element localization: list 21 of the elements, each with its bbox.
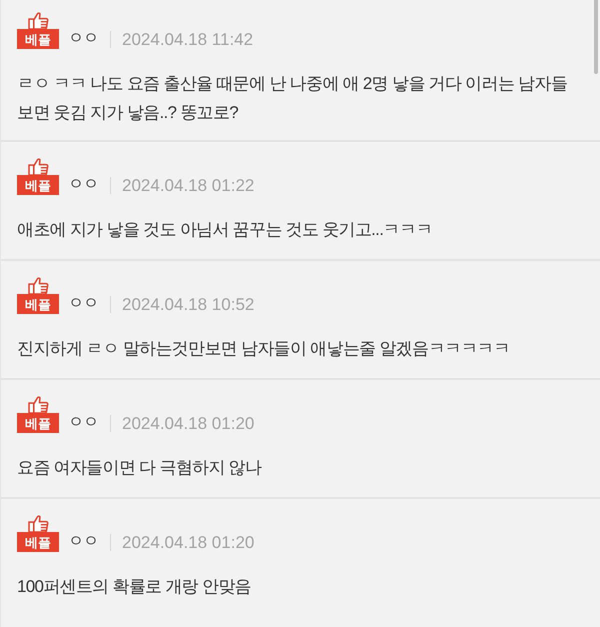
author-name: ㅇㅇ: [68, 177, 98, 193]
author-name: ㅇㅇ: [68, 296, 98, 312]
comment-text: ㄹㅇ ㅋㅋ 나도 요즘 출산율 때문에 난 나중에 애 2명 낳을 거다 이러는 남자들 보면 웃김 지가 낳음..? 똥꼬로?: [17, 73, 568, 124]
comment-date: 2024.04.18 01:20: [122, 414, 254, 432]
comment-date: 2024.04.18 01:20: [122, 534, 254, 550]
comment-text: 진지하게 ㄹㅇ 말하는것만보면 남자들이 애낳는줄 알겠음ㅋㅋㅋㅋㅋ: [17, 338, 511, 360]
comment-text: 100퍼센트의 확률로 개랑 안맞음: [17, 576, 252, 598]
best-comment-badge: 베플: [17, 175, 59, 195]
best-comment-badge: 베플: [17, 294, 59, 314]
comment-date: 2024.04.18 01:22: [122, 176, 254, 194]
best-comment-badge: 베플: [17, 532, 59, 552]
comment-date: 2024.04.18 10:52: [122, 296, 254, 312]
comment-date: 2024.04.18 11:42: [122, 30, 254, 48]
author-name: ㅇㅇ: [68, 415, 98, 431]
best-comment-badge: 베플: [17, 413, 59, 433]
comment-text: 애초에 지가 낳을 것도 아님서 꿈꾸는 것도 웃기고...ㅋㅋㅋ: [17, 219, 434, 241]
author-name: ㅇㅇ: [68, 534, 98, 550]
author-name: ㅇㅇ: [68, 31, 98, 47]
comment-text: 요즘 여자들이면 다 극혐하지 않나: [17, 457, 262, 479]
scrollbar-thumb[interactable]: [594, 0, 598, 74]
best-comment-badge: 베플: [17, 29, 59, 49]
